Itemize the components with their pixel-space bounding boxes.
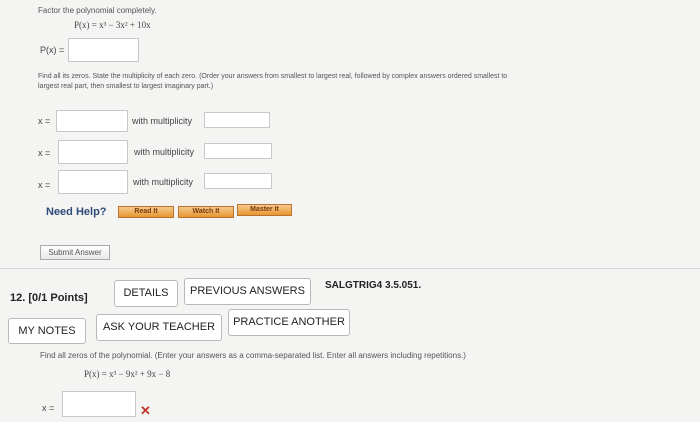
multiplicity-input-1[interactable]	[204, 112, 270, 128]
problem-instruction: Find all zeros of the polynomial. (Enter…	[40, 351, 466, 360]
zero-input-2[interactable]	[58, 140, 128, 164]
problem-code: SALGTRIG4 3.5.051.	[325, 280, 422, 291]
watch-it-button[interactable]: Watch It	[178, 206, 234, 218]
practice-another-button[interactable]: PRACTICE ANOTHER	[228, 309, 350, 336]
multiplicity-label: with multiplicity	[134, 147, 195, 157]
zero-input-3[interactable]	[58, 170, 128, 194]
multiplicity-input-3[interactable]	[204, 173, 272, 189]
factored-form-input[interactable]	[68, 38, 139, 62]
problem-header: 12. [0/1 Points]	[10, 292, 88, 304]
zero-label: x =	[38, 116, 51, 126]
ask-your-teacher-button[interactable]: ASK YOUR TEACHER	[96, 314, 222, 341]
polynomial-expression: P(x) = x³ − 3x² + 10x	[74, 20, 151, 30]
master-it-button[interactable]: Master It	[237, 204, 292, 216]
zeros-instruction-line1: Find all its zeros. State the multiplici…	[38, 73, 508, 80]
zero-label: x =	[38, 180, 51, 190]
zero-input-1[interactable]	[56, 110, 128, 132]
zero-label: x =	[38, 148, 51, 158]
section-divider	[0, 268, 700, 269]
my-notes-button[interactable]: MY NOTES	[8, 318, 86, 344]
multiplicity-label: with multiplicity	[132, 116, 193, 126]
polynomial-expression: P(x) = x³ − 9x² + 9x − 8	[84, 369, 171, 379]
need-help-label: Need Help?	[46, 206, 107, 218]
previous-answers-button[interactable]: PREVIOUS ANSWERS	[184, 278, 311, 305]
zeros-input[interactable]	[62, 391, 136, 417]
incorrect-icon: ✕	[140, 403, 151, 418]
details-button[interactable]: DETAILS	[114, 280, 178, 307]
submit-answer-button[interactable]: Submit Answer	[40, 245, 110, 260]
zeros-instruction-line2: largest real part, then smallest to larg…	[38, 83, 214, 90]
read-it-button[interactable]: Read It	[118, 206, 174, 218]
multiplicity-label: with multiplicity	[133, 177, 194, 187]
multiplicity-input-2[interactable]	[204, 143, 272, 159]
zero-label: x =	[42, 403, 55, 413]
problem-instruction: Factor the polynomial completely.	[38, 6, 157, 15]
factor-answer-label: P(x) =	[40, 45, 65, 55]
